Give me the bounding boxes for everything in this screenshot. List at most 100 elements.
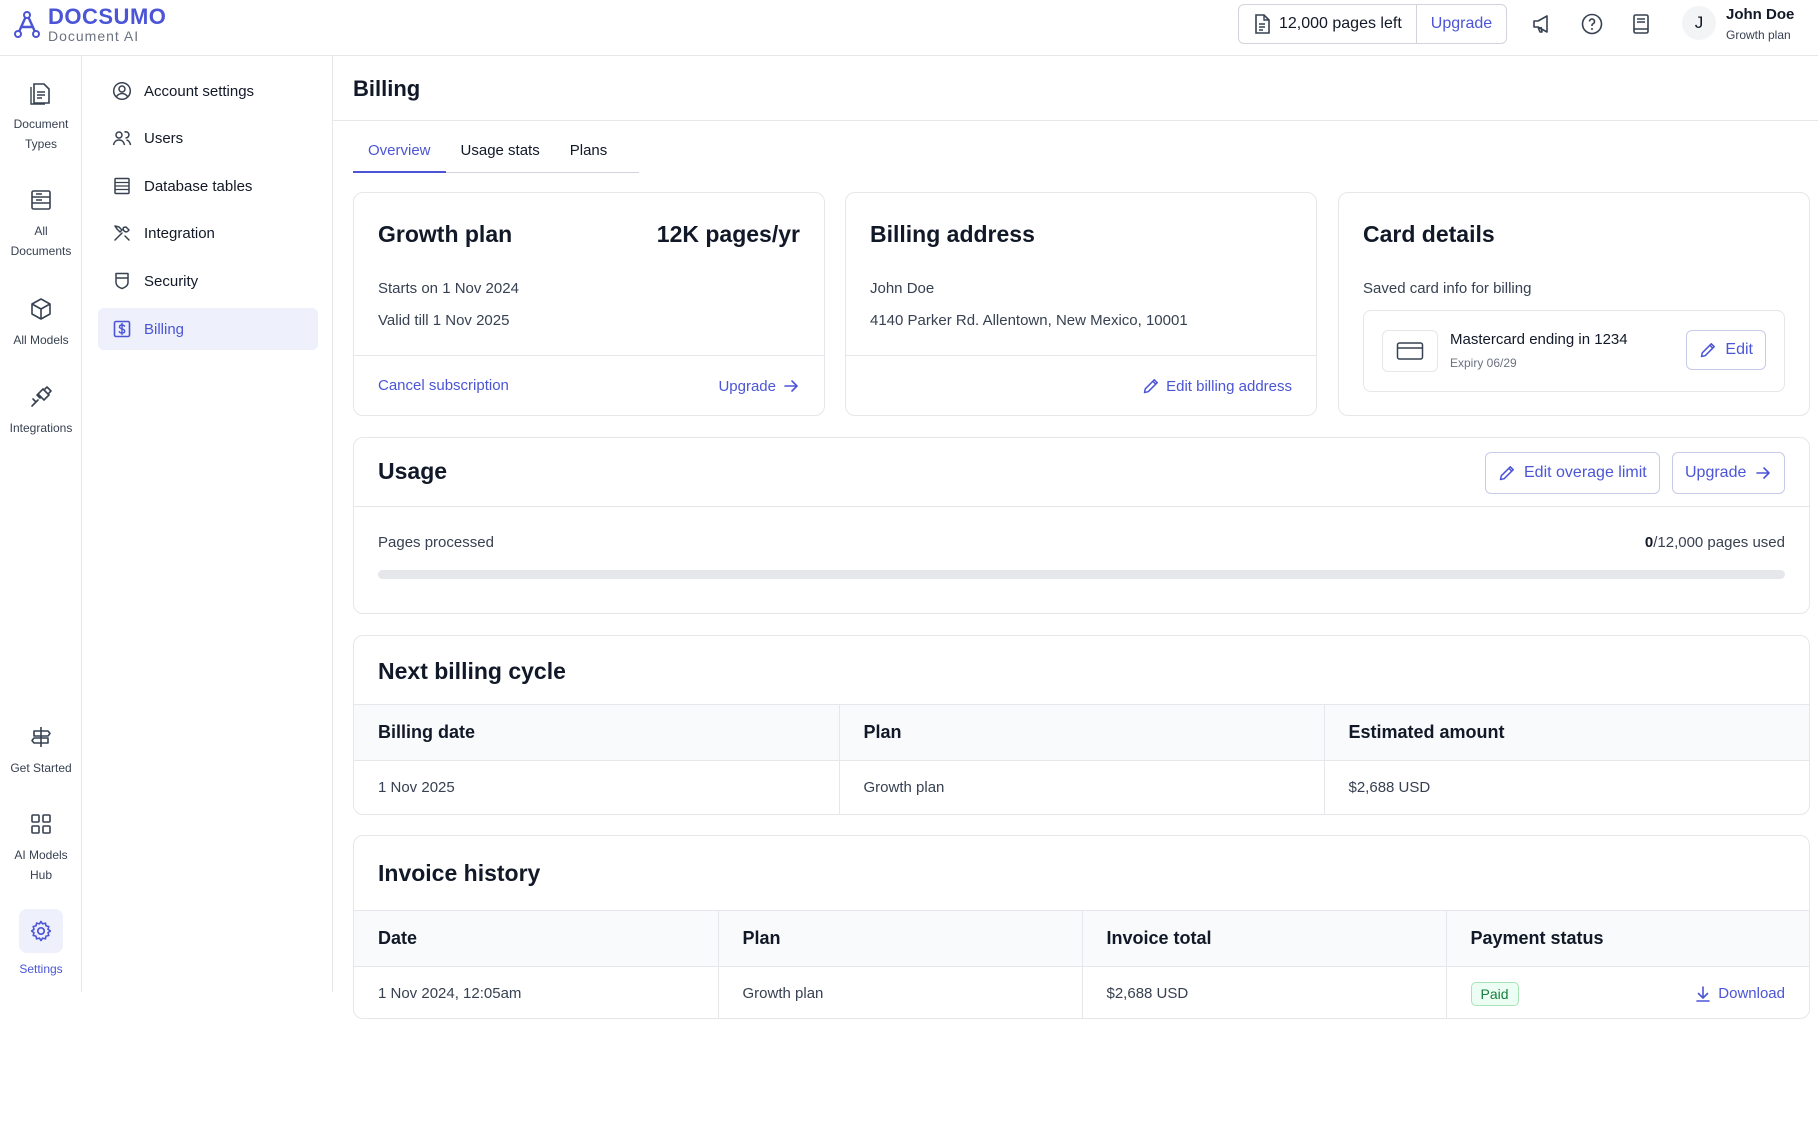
edit-billing-address-link[interactable]: Edit billing address — [1142, 377, 1292, 395]
page-title: Billing — [353, 76, 421, 101]
pages-left: 12,000 pages left — [1239, 5, 1417, 43]
subnav-item-billing[interactable]: Billing — [98, 308, 318, 350]
plan-upgrade-link[interactable]: Upgrade — [718, 377, 800, 395]
pages-quota-box: 12,000 pages left Upgrade — [1238, 4, 1508, 44]
pages-used-text: 0/12,000 pages used — [1645, 534, 1785, 551]
plan-quota: 12K pages/yr — [656, 221, 800, 247]
plan-upgrade-label: Upgrade — [718, 377, 776, 395]
rail-item-get-started[interactable]: Get Started — [0, 724, 82, 778]
edit-overage-limit-button[interactable]: Edit overage limit — [1485, 452, 1660, 494]
subnav-label: Integration — [144, 224, 215, 242]
invoice-total-cell: $2,688 USD — [1081, 966, 1446, 1018]
table-header-row: Date Plan Invoice total Payment status — [354, 910, 1809, 967]
grid-icon — [31, 814, 51, 834]
arrow-right-icon — [784, 380, 798, 392]
gear-icon — [30, 920, 52, 942]
edit-card-label: Edit — [1725, 341, 1753, 358]
card-expiry: Expiry 06/29 — [1450, 356, 1517, 370]
edit-overage-limit-label: Edit overage limit — [1524, 464, 1647, 481]
help-icon[interactable] — [1580, 12, 1604, 36]
download-icon — [1696, 985, 1711, 1002]
plan-valid-till: Valid till 1 Nov 2025 — [378, 312, 510, 329]
rail-item-document-types[interactable]: Document Types — [0, 80, 82, 154]
signpost-icon — [31, 727, 51, 747]
billing-address: 4140 Parker Rd. Allentown, New Mexico, 1… — [870, 312, 1188, 329]
user-circle-icon — [112, 81, 132, 101]
invoice-history-title: Invoice history — [378, 860, 541, 886]
column-header: Payment status — [1445, 910, 1809, 967]
book-icon[interactable] — [1629, 12, 1653, 36]
subnav-label: Account settings — [144, 82, 255, 100]
column-header: Date — [354, 910, 718, 967]
usage-upgrade-button[interactable]: Upgrade — [1672, 452, 1786, 494]
plan-title: Growth plan — [378, 221, 513, 247]
divider — [354, 355, 824, 356]
column-header: Estimated amount — [1323, 704, 1809, 761]
subnav-label: Billing — [144, 320, 185, 338]
user-name[interactable]: John Doe — [1726, 6, 1794, 23]
subnav-label: Database tables — [144, 177, 253, 195]
billing-name: John Doe — [870, 280, 935, 297]
billing-amount-cell: $2,688 USD — [1323, 760, 1809, 814]
user-plan: Growth plan — [1726, 28, 1791, 42]
megaphone-icon[interactable] — [1530, 12, 1554, 36]
plan-start-date: Starts on 1 Nov 2024 — [378, 280, 519, 297]
subnav-item-users[interactable]: Users — [98, 117, 318, 159]
subnav-item-account-settings[interactable]: Account settings — [98, 70, 318, 112]
table-row: 1 Nov 2025 Growth plan $2,688 USD — [354, 760, 1809, 814]
edit-billing-address-label: Edit billing address — [1166, 377, 1292, 395]
pages-used-count: 0 — [1644, 534, 1654, 551]
billing-date-cell: 1 Nov 2025 — [378, 779, 455, 797]
cancel-subscription-link[interactable]: Cancel subscription — [378, 377, 509, 394]
billing-tabs: Overview Usage stats Plans — [353, 136, 639, 173]
rail-label: All Documents — [10, 224, 72, 258]
top-upgrade-button[interactable]: Upgrade — [1417, 5, 1506, 43]
divider — [333, 120, 1818, 121]
next-billing-title: Next billing cycle — [378, 658, 566, 684]
column-header: Invoice total — [1081, 910, 1446, 967]
rail-item-integrations[interactable]: Integrations — [0, 384, 82, 438]
plug-icon — [31, 386, 52, 407]
docsumo-logo-icon — [14, 10, 40, 38]
usage-title: Usage — [378, 458, 448, 484]
card-name: Mastercard ending in 1234 — [1450, 331, 1628, 348]
subnav-item-database-tables[interactable]: Database tables — [98, 165, 318, 207]
invoice-date-cell: 1 Nov 2024, 12:05am — [378, 985, 522, 1003]
subnav-item-integration[interactable]: Integration — [98, 212, 318, 254]
divider — [354, 506, 1809, 507]
column-header: Plan — [717, 910, 1082, 967]
table-row: 1 Nov 2024, 12:05am Growth plan $2,688 U… — [354, 966, 1809, 1018]
rail-item-ai-models-hub[interactable]: AI Models Hub — [0, 811, 82, 885]
rail-label: Settings — [19, 962, 63, 976]
document-icon — [1255, 14, 1270, 34]
credit-card-icon — [1396, 342, 1424, 360]
billing-plan-cell: Growth plan — [838, 760, 1324, 814]
rail-label: All Models — [13, 333, 69, 347]
table-header-row: Billing date Plan Estimated amount — [354, 704, 1809, 761]
pages-used-total: /12,000 pages used — [1653, 534, 1785, 551]
download-invoice-link[interactable]: Download — [1694, 985, 1785, 1003]
card-details-card: Card details Saved card info for billing… — [1338, 192, 1810, 416]
main-nav-rail: Document Types All Documents All Models … — [0, 56, 82, 992]
rail-label: AI Models Hub — [14, 848, 68, 882]
rail-item-all-models[interactable]: All Models — [0, 296, 82, 350]
avatar[interactable]: J — [1682, 6, 1716, 40]
edit-card-button[interactable]: Edit — [1686, 330, 1766, 370]
subnav-item-security[interactable]: Security — [98, 260, 318, 302]
brand-subtitle: Document AI — [48, 28, 140, 44]
rail-item-settings[interactable]: Settings — [0, 909, 82, 979]
tab-overview[interactable]: Overview — [353, 136, 446, 173]
tab-plans[interactable]: Plans — [555, 136, 623, 173]
top-bar: DOCSUMO Document AI 12,000 pages left Up… — [0, 0, 1818, 56]
table-icon — [114, 177, 130, 195]
download-label: Download — [1718, 985, 1785, 1003]
rail-label: Integrations — [9, 421, 73, 435]
next-billing-table: Billing date Plan Estimated amount 1 Nov… — [354, 704, 1809, 814]
settings-active-box — [19, 909, 63, 953]
subnav-label: Security — [144, 272, 199, 290]
logo[interactable]: DOCSUMO Document AI — [12, 6, 166, 43]
subnav-label: Users — [144, 129, 184, 147]
arrow-right-icon — [1756, 467, 1771, 479]
tab-usage-stats[interactable]: Usage stats — [446, 136, 555, 173]
rail-item-all-documents[interactable]: All Documents — [0, 187, 82, 261]
